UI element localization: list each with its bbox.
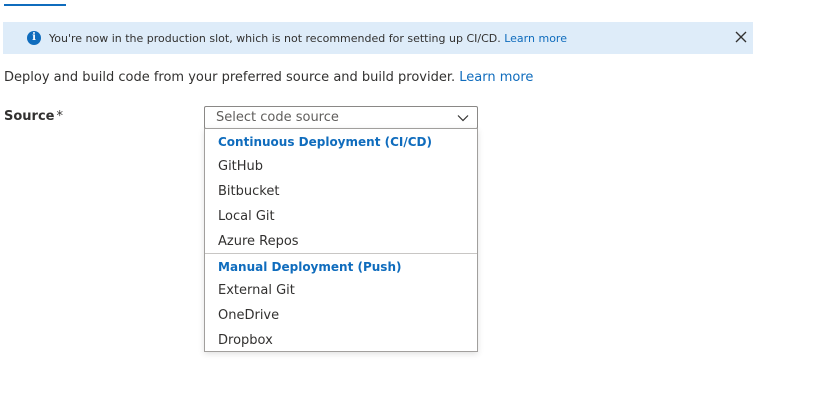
active-tab-indicator [4, 4, 66, 6]
source-label: Source * [4, 108, 63, 126]
source-dropdown-list: Continuous Deployment (CI/CD) GitHub Bit… [204, 128, 478, 352]
source-select[interactable]: Select code source [204, 106, 478, 129]
info-icon: i [27, 31, 41, 45]
description-learn-more-link[interactable]: Learn more [459, 70, 533, 85]
deployment-center-page: i You're now in the production slot, whi… [0, 0, 813, 412]
description-text: Deploy and build code from your preferre… [4, 70, 456, 85]
option-dropbox[interactable]: Dropbox [205, 328, 477, 353]
close-icon[interactable] [733, 29, 749, 45]
banner-text: You're now in the production slot, which… [49, 31, 567, 47]
description: Deploy and build code from your preferre… [4, 69, 533, 87]
group-header-continuous-deployment: Continuous Deployment (CI/CD) [218, 135, 432, 149]
option-onedrive[interactable]: OneDrive [205, 303, 477, 328]
option-local-git[interactable]: Local Git [205, 204, 477, 229]
required-marker: * [56, 109, 63, 124]
option-azure-repos[interactable]: Azure Repos [205, 229, 477, 254]
source-label-text: Source [4, 109, 55, 124]
option-github[interactable]: GitHub [205, 154, 477, 179]
banner-learn-more-link[interactable]: Learn more [504, 32, 567, 45]
banner-message: You're now in the production slot, which… [49, 32, 501, 45]
group-header-manual-deployment: Manual Deployment (Push) [218, 260, 402, 274]
option-external-git[interactable]: External Git [205, 278, 477, 303]
chevron-down-icon [457, 115, 469, 122]
source-select-placeholder: Select code source [216, 110, 339, 125]
option-bitbucket[interactable]: Bitbucket [205, 179, 477, 204]
group-divider [205, 253, 477, 254]
